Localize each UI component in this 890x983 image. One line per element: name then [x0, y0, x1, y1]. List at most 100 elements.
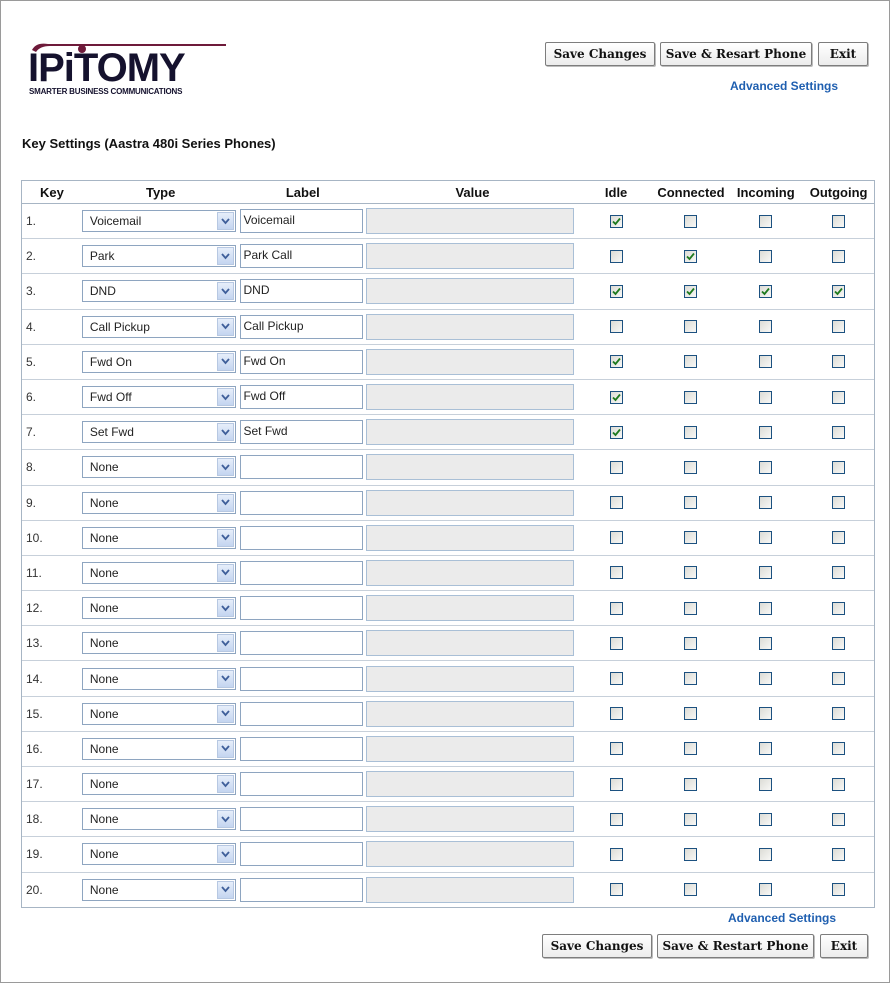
type-select[interactable]: None [81, 526, 236, 549]
type-select[interactable]: None [81, 597, 236, 620]
label-input[interactable]: Fwd Off [239, 385, 363, 410]
chevron-down-icon[interactable] [216, 563, 234, 582]
connected-checkbox[interactable] [684, 812, 698, 826]
label-input[interactable]: Call Pickup [239, 314, 363, 339]
type-select[interactable]: None [81, 561, 236, 584]
connected-checkbox[interactable] [684, 355, 698, 369]
label-input[interactable] [239, 772, 363, 797]
type-select[interactable]: None [81, 702, 236, 725]
connected-checkbox[interactable] [684, 777, 698, 791]
connected-checkbox[interactable] [684, 566, 698, 580]
incoming-checkbox[interactable] [759, 812, 773, 826]
type-select[interactable]: None [81, 667, 236, 690]
outgoing-checkbox[interactable] [832, 636, 846, 650]
outgoing-checkbox[interactable] [832, 812, 846, 826]
incoming-checkbox[interactable] [759, 847, 773, 861]
idle-checkbox[interactable] [609, 214, 623, 228]
chevron-down-icon[interactable] [216, 880, 234, 899]
label-input[interactable] [239, 877, 363, 902]
type-select[interactable]: None [81, 632, 236, 655]
incoming-checkbox[interactable] [759, 742, 773, 756]
incoming-checkbox[interactable] [759, 707, 773, 721]
incoming-checkbox[interactable] [759, 214, 773, 228]
connected-checkbox[interactable] [684, 847, 698, 861]
idle-checkbox[interactable] [609, 672, 623, 686]
incoming-checkbox[interactable] [759, 531, 773, 545]
save-restart-button-top[interactable]: Save & Resart Phone [660, 42, 812, 66]
advanced-settings-link-bottom[interactable]: Advanced Settings [728, 911, 836, 925]
label-input[interactable] [239, 736, 363, 761]
chevron-down-icon[interactable] [216, 739, 234, 758]
incoming-checkbox[interactable] [759, 284, 773, 298]
incoming-checkbox[interactable] [759, 566, 773, 580]
incoming-checkbox[interactable] [759, 425, 773, 439]
chevron-down-icon[interactable] [216, 458, 234, 477]
outgoing-checkbox[interactable] [832, 496, 846, 510]
outgoing-checkbox[interactable] [832, 601, 846, 615]
connected-checkbox[interactable] [684, 883, 698, 897]
connected-checkbox[interactable] [684, 214, 698, 228]
type-select[interactable]: None [81, 808, 236, 831]
advanced-settings-link-top[interactable]: Advanced Settings [730, 79, 838, 93]
incoming-checkbox[interactable] [759, 636, 773, 650]
idle-checkbox[interactable] [609, 531, 623, 545]
type-select[interactable]: None [81, 773, 236, 796]
outgoing-checkbox[interactable] [832, 355, 846, 369]
idle-checkbox[interactable] [609, 390, 623, 404]
label-input[interactable] [239, 455, 363, 480]
save-changes-button-top[interactable]: Save Changes [545, 42, 655, 66]
incoming-checkbox[interactable] [759, 601, 773, 615]
idle-checkbox[interactable] [609, 847, 623, 861]
label-input[interactable]: Voicemail [239, 209, 363, 234]
idle-checkbox[interactable] [609, 355, 623, 369]
connected-checkbox[interactable] [684, 601, 698, 615]
connected-checkbox[interactable] [684, 707, 698, 721]
chevron-down-icon[interactable] [216, 845, 234, 864]
idle-checkbox[interactable] [609, 566, 623, 580]
idle-checkbox[interactable] [609, 601, 623, 615]
connected-checkbox[interactable] [684, 390, 698, 404]
chevron-down-icon[interactable] [216, 212, 234, 231]
chevron-down-icon[interactable] [216, 282, 234, 301]
outgoing-checkbox[interactable] [832, 460, 846, 474]
save-changes-button-bottom[interactable]: Save Changes [542, 934, 652, 958]
chevron-down-icon[interactable] [216, 810, 234, 829]
idle-checkbox[interactable] [609, 320, 623, 334]
type-select[interactable]: Call Pickup [81, 315, 236, 338]
connected-checkbox[interactable] [684, 284, 698, 298]
label-input[interactable] [239, 631, 363, 656]
label-input[interactable] [239, 490, 363, 515]
idle-checkbox[interactable] [609, 425, 623, 439]
exit-button-bottom[interactable]: Exit [820, 934, 868, 958]
connected-checkbox[interactable] [684, 249, 698, 263]
idle-checkbox[interactable] [609, 707, 623, 721]
chevron-down-icon[interactable] [216, 317, 234, 336]
type-select[interactable]: None [81, 737, 236, 760]
chevron-down-icon[interactable] [216, 423, 234, 442]
exit-button-top[interactable]: Exit [818, 42, 868, 66]
connected-checkbox[interactable] [684, 742, 698, 756]
incoming-checkbox[interactable] [759, 355, 773, 369]
label-input[interactable]: Set Fwd [239, 420, 363, 445]
chevron-down-icon[interactable] [216, 775, 234, 794]
type-select[interactable]: Fwd On [81, 350, 236, 373]
chevron-down-icon[interactable] [216, 528, 234, 547]
label-input[interactable] [239, 525, 363, 550]
outgoing-checkbox[interactable] [832, 284, 846, 298]
label-input[interactable] [239, 666, 363, 691]
label-input[interactable]: Fwd On [239, 349, 363, 374]
outgoing-checkbox[interactable] [832, 249, 846, 263]
outgoing-checkbox[interactable] [832, 847, 846, 861]
outgoing-checkbox[interactable] [832, 531, 846, 545]
label-input[interactable]: DND [239, 279, 363, 304]
label-input[interactable] [239, 596, 363, 621]
outgoing-checkbox[interactable] [832, 883, 846, 897]
connected-checkbox[interactable] [684, 496, 698, 510]
connected-checkbox[interactable] [684, 672, 698, 686]
chevron-down-icon[interactable] [216, 388, 234, 407]
outgoing-checkbox[interactable] [832, 742, 846, 756]
connected-checkbox[interactable] [684, 320, 698, 334]
idle-checkbox[interactable] [609, 742, 623, 756]
type-select[interactable]: None [81, 878, 236, 901]
chevron-down-icon[interactable] [216, 599, 234, 618]
